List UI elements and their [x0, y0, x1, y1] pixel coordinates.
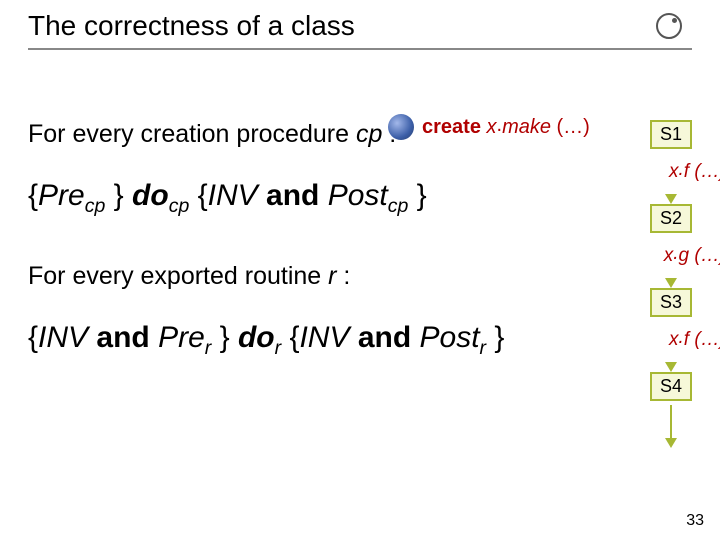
create-instruction: create x.make (…)	[388, 114, 590, 140]
arrowhead-icon	[665, 438, 677, 448]
h1-m1: }	[105, 179, 132, 212]
h2-pre: Pre	[158, 321, 205, 354]
h2-and2: and	[349, 321, 419, 354]
l2-text-a: For every exported routine	[28, 262, 328, 290]
h1-and: and	[258, 179, 328, 212]
h2-m1: }	[211, 321, 238, 354]
state-s3: S3	[650, 288, 692, 317]
l2-text-b: :	[336, 262, 350, 290]
state-diagram: S1 x.f (…) S2 x.g (…) S3 x.f (…) S4	[616, 120, 720, 448]
object-ball-icon	[388, 114, 414, 140]
h1-m2: {	[189, 179, 207, 212]
h2-and1: and	[88, 321, 158, 354]
create-rest: x.make (…)	[481, 114, 590, 138]
slide-title: The correctness of a class	[28, 10, 355, 42]
page-number: 33	[686, 512, 704, 530]
h2-inv1: INV	[38, 321, 88, 354]
l1-cp: cp	[356, 120, 382, 148]
arrowhead-icon	[665, 362, 677, 372]
h1-do: do	[132, 179, 169, 212]
state-s1: S1	[650, 120, 692, 149]
content-area: create x.make (…) For every creation pro…	[28, 120, 692, 360]
h1-sub-cp3: cp	[388, 195, 409, 217]
arrow-4	[665, 405, 677, 448]
logo-icon	[656, 13, 682, 39]
state-s2: S2	[650, 204, 692, 233]
state-s4: S4	[650, 372, 692, 401]
h1-inv: INV	[208, 179, 258, 212]
create-keyword: create	[422, 116, 481, 138]
line-icon	[670, 405, 672, 439]
slide: The correctness of a class create x.make…	[0, 0, 720, 540]
line-creation-procedure: For every creation procedure cp :	[28, 120, 692, 149]
h1-post: Post	[328, 179, 388, 212]
h1-sub-cp2: cp	[169, 195, 190, 217]
h2-post: Post	[420, 321, 480, 354]
h1-close: }	[408, 179, 426, 212]
h1-pre: Pre	[38, 179, 85, 212]
h2-m2: {	[281, 321, 299, 354]
h2-do: do	[238, 321, 275, 354]
hoare-triple-routine: {INV and Prer } dor {INV and Postr }	[28, 321, 692, 360]
create-text: create x.make (…)	[422, 116, 590, 139]
hoare-triple-creation: {Precp } docp {INV and Postcp }	[28, 179, 692, 218]
line-exported-routine: For every exported routine r :	[28, 262, 692, 291]
h2-close: }	[486, 321, 504, 354]
title-rule	[28, 48, 692, 50]
arrowhead-icon	[665, 194, 677, 204]
l1-text-a: For every creation procedure	[28, 120, 356, 148]
h1-open: {	[28, 179, 38, 212]
edge-label-2: x.g (…)	[664, 245, 720, 267]
title-row: The correctness of a class	[28, 10, 692, 42]
h1-sub-cp: cp	[85, 195, 106, 217]
h2-open: {	[28, 321, 38, 354]
spacer	[28, 248, 692, 262]
arrow-2	[665, 279, 677, 288]
h2-inv2: INV	[299, 321, 349, 354]
arrowhead-icon	[665, 278, 677, 288]
edge-label-3: x.f (…)	[669, 329, 720, 351]
arrow-1	[665, 195, 677, 204]
edge-label-1: x.f (…)	[669, 161, 720, 183]
arrow-3	[665, 363, 677, 372]
